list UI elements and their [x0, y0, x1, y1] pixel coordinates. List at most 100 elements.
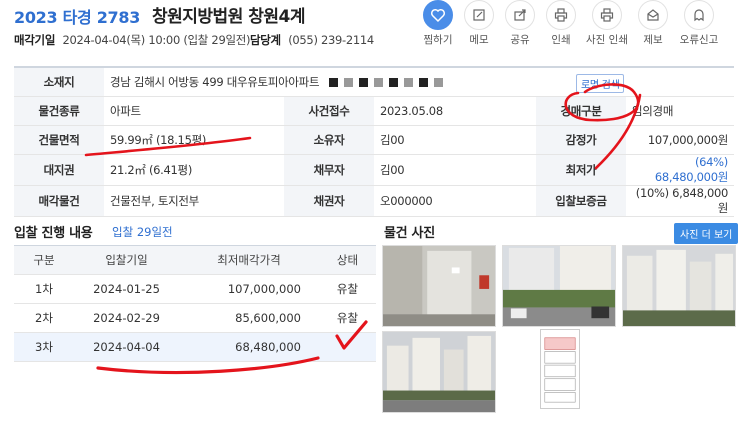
memo-button[interactable]: 메모: [459, 0, 499, 47]
address-cell: 경남 김해시 어방동 499 대우유토피아아파트 로명 검색: [104, 66, 734, 97]
min-price-value: (64%) 68,480,000원: [626, 154, 734, 186]
bidding-section-title: 입찰 진행 내용: [14, 226, 93, 241]
share-label: 공유: [510, 34, 530, 46]
status-cell: [319, 332, 376, 362]
price-cell: 85,600,000: [179, 303, 319, 333]
owner-label: 소유자: [284, 125, 374, 155]
share-icon: [505, 0, 535, 30]
error-report-icon: [684, 0, 714, 30]
report-button[interactable]: 제보: [633, 0, 673, 47]
min-price-label: 최저가: [536, 154, 626, 186]
price-cell: 68,480,000: [179, 332, 319, 362]
received-label: 사건접수: [284, 96, 374, 126]
address-label: 소재지: [14, 66, 104, 97]
debtor-value: 김00: [374, 154, 536, 186]
status-cell: 유찰: [319, 274, 376, 304]
area-label: 건물면적: [14, 125, 104, 155]
auction-kind-value: 임의경매: [626, 96, 734, 126]
sale-date: 매각기일 2024-04-04(목) 10:00 (입찰 29일전): [14, 32, 251, 48]
area-value: 59.99㎡ (18.15평): [104, 125, 284, 155]
floor-plan-photo[interactable]: [540, 329, 580, 409]
case-number: 2023 타경 2783: [14, 8, 141, 27]
appraisal-label: 감정가: [536, 125, 626, 155]
property-info-table: 소재지 경남 김해시 어방동 499 대우유토피아아파트 로명 검색 물건종류 …: [14, 66, 734, 217]
action-toolbar: 찜하기 메모 공유 인쇄 사진 인쇄 제보 오류신고: [418, 0, 725, 47]
court-name: 창원지방법원 창원4계: [152, 7, 306, 27]
print-label: 인쇄: [551, 34, 571, 46]
redaction-mark: [418, 77, 428, 87]
property-photo[interactable]: [622, 245, 736, 327]
column-header: 상태: [319, 245, 376, 275]
sale-date-label: 매각기일: [14, 33, 56, 47]
redaction-mark: [403, 77, 413, 87]
column-header: 구분: [14, 245, 74, 275]
info-row: 물건종류 아파트 사건접수 2023.05.08 경매구분 임의경매: [14, 96, 734, 126]
share-button[interactable]: 공유: [500, 0, 540, 47]
heart-icon: [423, 0, 453, 30]
print-button[interactable]: 인쇄: [541, 0, 581, 47]
photo-print-label: 사진 인쇄: [586, 34, 628, 46]
report-label: 제보: [643, 34, 663, 46]
info-row: 대지권 21.2㎡ (6.41평) 채무자 김00 최저가 (64%) 68,4…: [14, 154, 734, 186]
photo-print-button[interactable]: 사진 인쇄: [582, 0, 632, 47]
redaction-mark: [373, 77, 383, 87]
table-row: 1차 2024-01-25 107,000,000 유찰: [14, 274, 376, 304]
error-report-label: 오류신고: [679, 34, 719, 46]
price-cell: 107,000,000: [179, 274, 319, 304]
redaction-mark: [343, 77, 353, 87]
deposit-value: (10%) 6,848,000원: [626, 185, 734, 217]
property-photo[interactable]: [502, 245, 616, 327]
sale-item-label: 매각물건: [14, 185, 104, 217]
favorite-label: 찜하기: [423, 34, 453, 46]
redaction-mark: [328, 77, 338, 87]
sale-item-value: 건물전부, 토지전부: [104, 185, 284, 217]
report-icon: [638, 0, 668, 30]
bidding-header-row: 구분 입찰기일 최저매각가격 상태: [14, 245, 376, 275]
bidding-table: 구분 입찰기일 최저매각가격 상태 1차 2024-01-25 107,000,…: [14, 245, 376, 362]
land-label: 대지권: [14, 154, 104, 186]
creditor-label: 채권자: [284, 185, 374, 217]
redaction-mark: [388, 77, 398, 87]
road-name-search-button[interactable]: 로명 검색: [576, 74, 625, 93]
address-value: 경남 김해시 어방동 499 대우유토피아아파트: [110, 74, 320, 89]
property-photo[interactable]: [382, 245, 496, 327]
type-value: 아파트: [104, 96, 284, 126]
type-label: 물건종류: [14, 96, 104, 126]
date-cell: 2024-04-04: [74, 332, 179, 362]
owner-value: 김00: [374, 125, 536, 155]
info-row: 매각물건 건물전부, 토지전부 채권자 오000000 입찰보증금 (10%) …: [14, 185, 734, 217]
photos-section-title: 물건 사진: [384, 226, 435, 241]
land-value: 21.2㎡ (6.41평): [104, 154, 284, 186]
department-phone: (055) 239-2114: [288, 33, 374, 47]
department: 담당계 (055) 239-2114: [250, 32, 374, 48]
photo-print-icon: [592, 0, 622, 30]
date-cell: 2024-02-29: [74, 303, 179, 333]
auction-kind-label: 경매구분: [536, 96, 626, 126]
more-photos-button[interactable]: 사진 더 보기: [674, 223, 739, 244]
column-header: 최저매각가격: [179, 245, 319, 275]
sale-date-value: 2024-04-04(목) 10:00 (입찰 29일전): [62, 33, 251, 47]
redaction-mark: [358, 77, 368, 87]
appraisal-value: 107,000,000원: [626, 125, 734, 155]
redaction-mark: [433, 77, 443, 87]
date-cell: 2024-01-25: [74, 274, 179, 304]
round-cell: 2차: [14, 303, 74, 333]
department-label: 담당계: [250, 33, 281, 47]
favorite-button[interactable]: 찜하기: [418, 0, 458, 47]
debtor-label: 채무자: [284, 154, 374, 186]
round-cell: 3차: [14, 332, 74, 362]
address-row: 소재지 경남 김해시 어방동 499 대우유토피아아파트 로명 검색: [14, 66, 734, 97]
round-cell: 1차: [14, 274, 74, 304]
table-row: 3차 2024-04-04 68,480,000: [14, 332, 376, 362]
received-value: 2023.05.08: [374, 96, 536, 126]
deposit-label: 입찰보증금: [536, 185, 626, 217]
info-row: 건물면적 59.99㎡ (18.15평) 소유자 김00 감정가 107,000…: [14, 125, 734, 155]
case-header: 2023 타경 2783 창원지방법원 창원4계 매각기일 2024-04-04…: [0, 0, 743, 60]
memo-icon: [464, 0, 494, 30]
print-icon: [546, 0, 576, 30]
error-report-button[interactable]: 오류신고: [674, 0, 724, 47]
table-row: 2차 2024-02-29 85,600,000 유찰: [14, 303, 376, 333]
column-header: 입찰기일: [74, 245, 179, 275]
property-photo[interactable]: [382, 331, 496, 413]
bidding-countdown: 입찰 29일전: [112, 225, 173, 239]
